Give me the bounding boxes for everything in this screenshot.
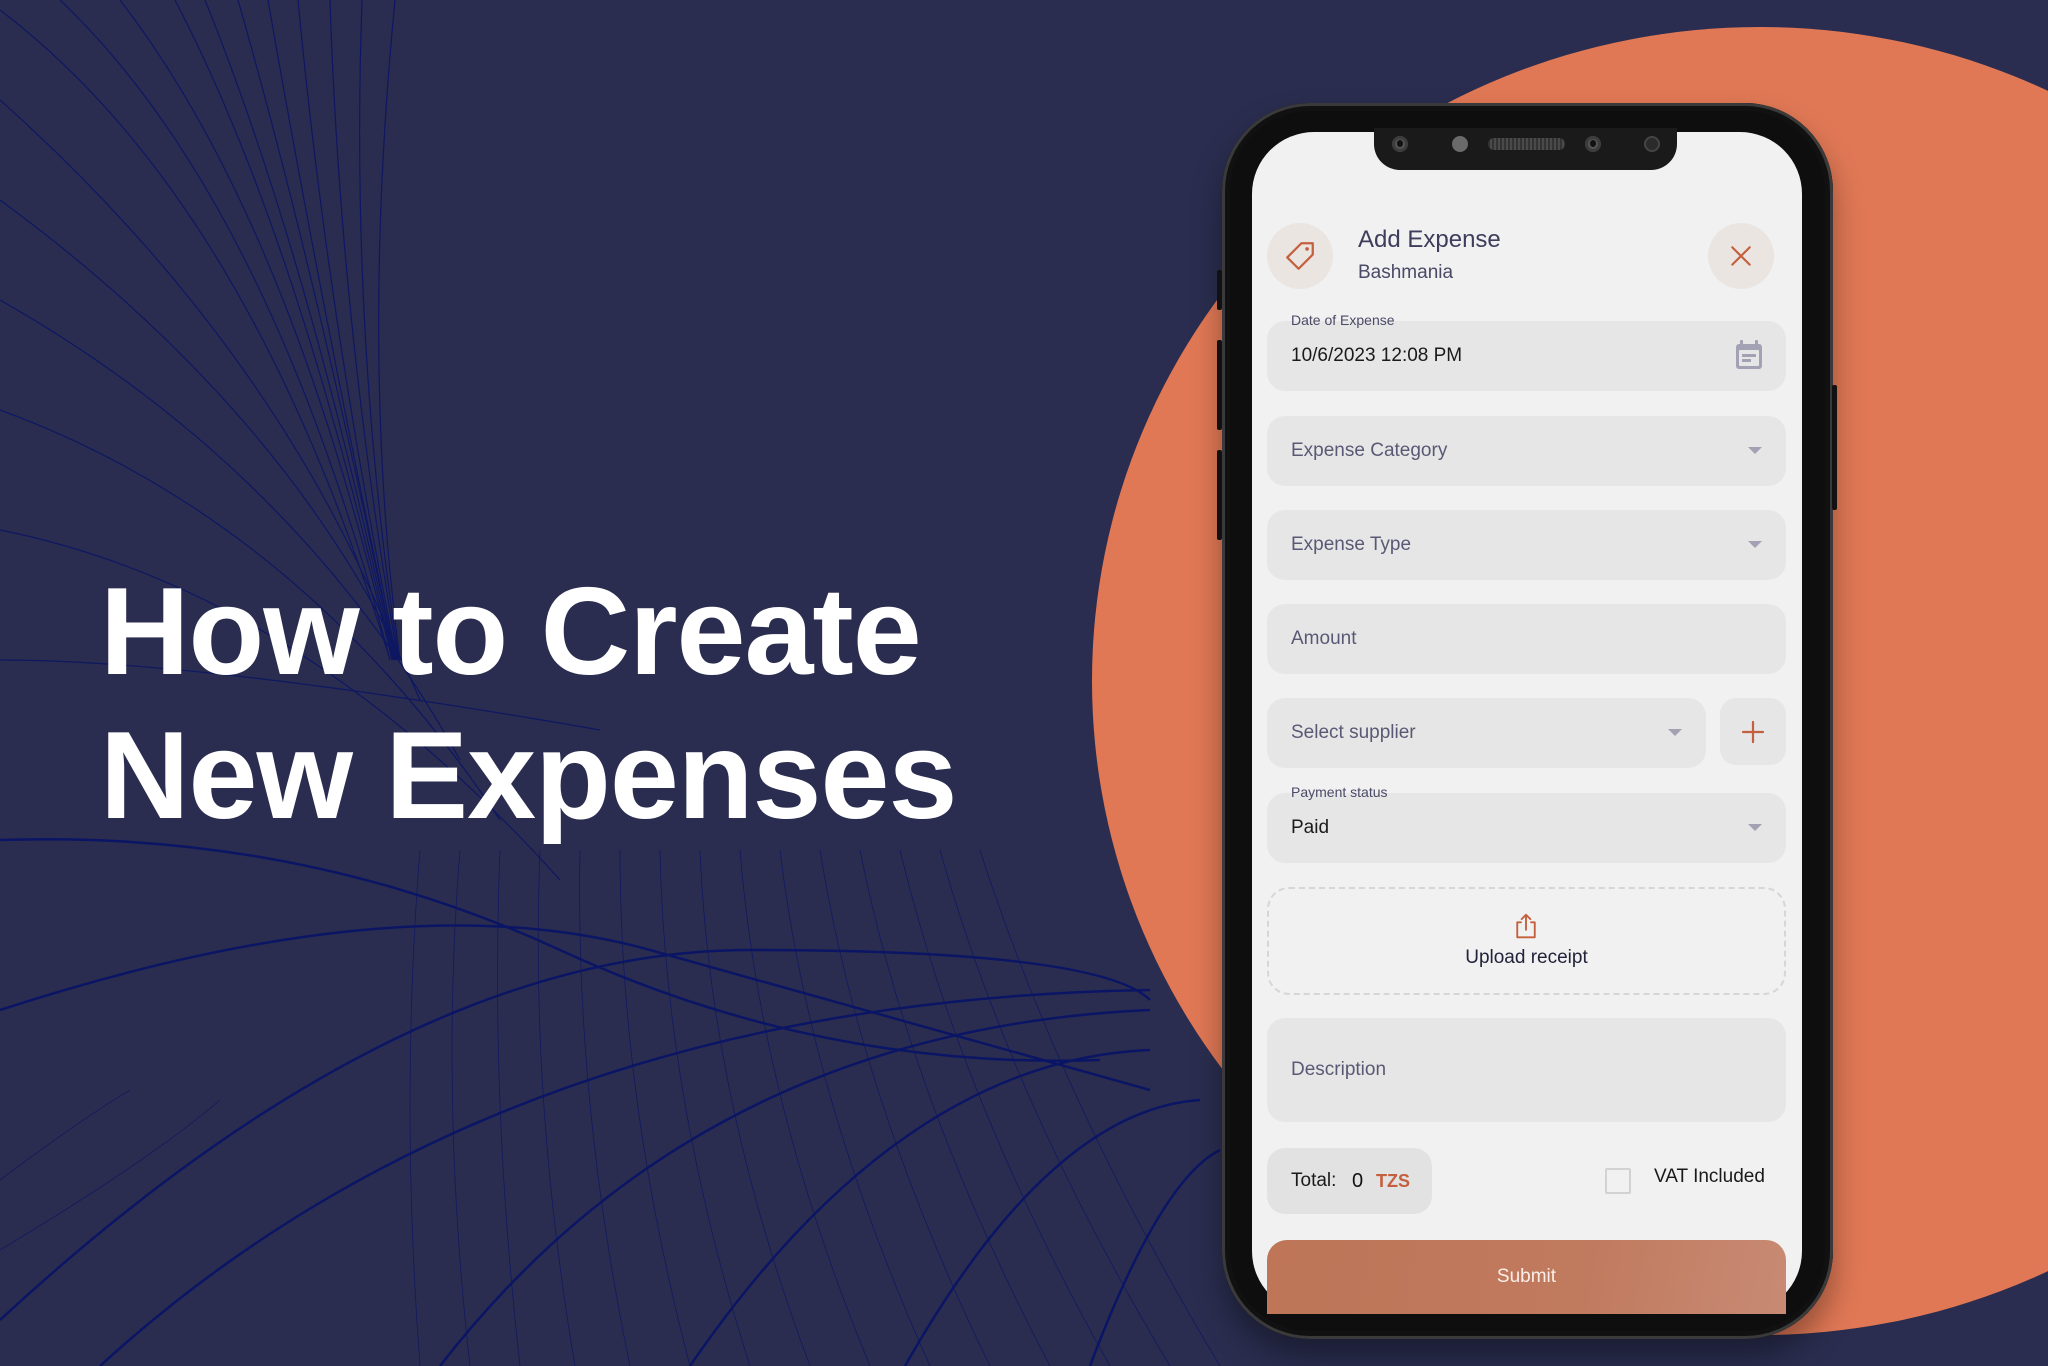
phone-volume-up-button: [1217, 340, 1222, 430]
hero-headline: How to Create New Expenses: [100, 560, 957, 848]
amount-placeholder: Amount: [1291, 628, 1357, 649]
hero-headline-line1: How to Create: [100, 563, 922, 701]
chevron-down-icon: [1748, 824, 1762, 831]
plus-icon: [1741, 720, 1765, 743]
currency-code: TZS: [1376, 1171, 1410, 1191]
expense-type-select[interactable]: Expense Type: [1267, 510, 1786, 580]
expense-tag-badge: [1267, 223, 1333, 289]
description-textarea[interactable]: Description: [1267, 1018, 1786, 1122]
sensor-icon: [1452, 136, 1468, 152]
upload-receipt-dropzone[interactable]: Upload receipt: [1267, 887, 1786, 995]
supplier-select[interactable]: Select supplier: [1267, 698, 1706, 768]
vat-included-checkbox[interactable]: [1605, 1168, 1631, 1194]
chevron-down-icon: [1748, 447, 1762, 454]
hero-headline-line2: New Expenses: [100, 707, 957, 845]
page-title: Add Expense: [1358, 226, 1501, 253]
amount-input[interactable]: Amount: [1267, 604, 1786, 674]
front-camera-icon: [1585, 136, 1601, 152]
vat-included-label[interactable]: VAT Included: [1654, 1166, 1765, 1188]
phone-mute-switch: [1217, 270, 1222, 310]
description-placeholder: Description: [1291, 1059, 1387, 1080]
phone-power-button: [1832, 385, 1837, 510]
expense-category-placeholder: Expense Category: [1291, 440, 1448, 461]
front-camera-icon: [1392, 136, 1408, 152]
supplier-placeholder: Select supplier: [1291, 722, 1416, 743]
expense-type-placeholder: Expense Type: [1291, 534, 1412, 555]
expense-category-select[interactable]: Expense Category: [1267, 416, 1786, 486]
close-icon: [1731, 246, 1751, 266]
phone-volume-down-button: [1217, 450, 1222, 540]
proximity-sensor-icon: [1644, 136, 1660, 152]
submit-button[interactable]: Submit: [1267, 1240, 1786, 1314]
earpiece-speaker: [1488, 138, 1565, 150]
payment-status-label: Payment status: [1291, 784, 1388, 800]
chevron-down-icon: [1668, 729, 1682, 736]
business-name: Bashmania: [1358, 262, 1454, 283]
payment-status-value: Paid: [1291, 817, 1330, 838]
date-of-expense-value: 10/6/2023 12:08 PM: [1291, 345, 1463, 366]
price-tag-icon: [1286, 242, 1314, 270]
upload-receipt-label: Upload receipt: [1465, 947, 1588, 968]
date-of-expense-label: Date of Expense: [1291, 312, 1395, 328]
close-button[interactable]: [1708, 223, 1774, 289]
chevron-down-icon: [1748, 541, 1762, 548]
total-value: 0: [1352, 1170, 1364, 1192]
calendar-icon[interactable]: [1734, 339, 1764, 371]
total-label: Total:: [1291, 1170, 1337, 1191]
add-supplier-button[interactable]: [1720, 698, 1786, 765]
payment-status-select[interactable]: Paid: [1267, 793, 1786, 863]
date-of-expense-field[interactable]: 10/6/2023 12:08 PM: [1267, 321, 1786, 391]
upload-icon: [1516, 913, 1536, 939]
total-summary: Total: 0 TZS: [1267, 1148, 1432, 1214]
